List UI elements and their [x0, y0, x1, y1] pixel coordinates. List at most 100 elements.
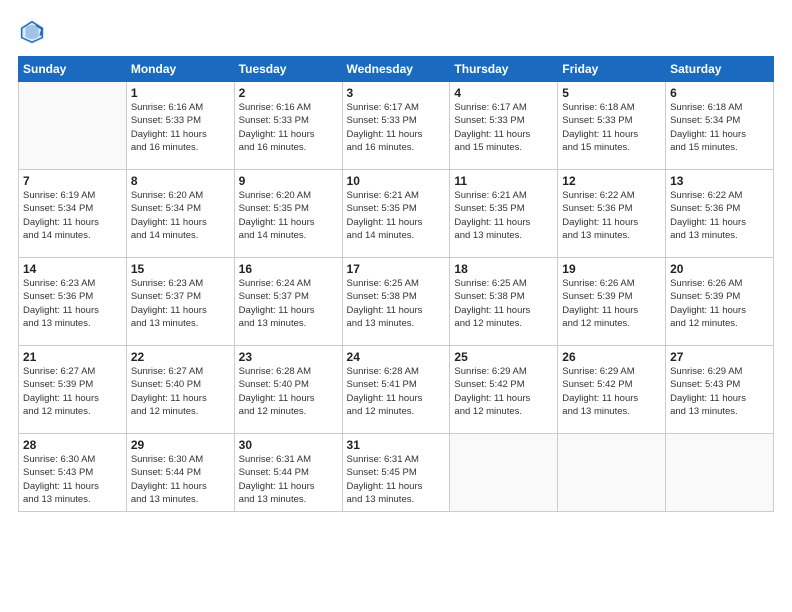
day-info: Sunrise: 6:18 AM Sunset: 5:33 PM Dayligh…	[562, 101, 661, 154]
day-info: Sunrise: 6:20 AM Sunset: 5:35 PM Dayligh…	[239, 189, 338, 242]
logo-icon	[18, 18, 46, 46]
calendar-cell: 20Sunrise: 6:26 AM Sunset: 5:39 PM Dayli…	[666, 258, 774, 346]
day-info: Sunrise: 6:23 AM Sunset: 5:36 PM Dayligh…	[23, 277, 122, 330]
day-info: Sunrise: 6:21 AM Sunset: 5:35 PM Dayligh…	[454, 189, 553, 242]
day-number: 4	[454, 86, 553, 100]
calendar-cell: 6Sunrise: 6:18 AM Sunset: 5:34 PM Daylig…	[666, 82, 774, 170]
day-number: 30	[239, 438, 338, 452]
calendar-cell: 16Sunrise: 6:24 AM Sunset: 5:37 PM Dayli…	[234, 258, 342, 346]
calendar-cell: 11Sunrise: 6:21 AM Sunset: 5:35 PM Dayli…	[450, 170, 558, 258]
day-number: 31	[347, 438, 446, 452]
calendar-cell: 13Sunrise: 6:22 AM Sunset: 5:36 PM Dayli…	[666, 170, 774, 258]
logo	[18, 18, 50, 46]
day-number: 26	[562, 350, 661, 364]
day-number: 27	[670, 350, 769, 364]
day-info: Sunrise: 6:27 AM Sunset: 5:40 PM Dayligh…	[131, 365, 230, 418]
calendar-cell: 7Sunrise: 6:19 AM Sunset: 5:34 PM Daylig…	[19, 170, 127, 258]
calendar-cell: 19Sunrise: 6:26 AM Sunset: 5:39 PM Dayli…	[558, 258, 666, 346]
calendar-cell: 30Sunrise: 6:31 AM Sunset: 5:44 PM Dayli…	[234, 434, 342, 512]
day-number: 16	[239, 262, 338, 276]
calendar-cell: 23Sunrise: 6:28 AM Sunset: 5:40 PM Dayli…	[234, 346, 342, 434]
day-info: Sunrise: 6:26 AM Sunset: 5:39 PM Dayligh…	[562, 277, 661, 330]
day-number: 8	[131, 174, 230, 188]
calendar-cell: 31Sunrise: 6:31 AM Sunset: 5:45 PM Dayli…	[342, 434, 450, 512]
calendar-cell: 29Sunrise: 6:30 AM Sunset: 5:44 PM Dayli…	[126, 434, 234, 512]
day-number: 28	[23, 438, 122, 452]
day-number: 3	[347, 86, 446, 100]
calendar-cell: 1Sunrise: 6:16 AM Sunset: 5:33 PM Daylig…	[126, 82, 234, 170]
day-info: Sunrise: 6:16 AM Sunset: 5:33 PM Dayligh…	[131, 101, 230, 154]
day-number: 15	[131, 262, 230, 276]
day-header: Sunday	[19, 57, 127, 82]
calendar-cell: 25Sunrise: 6:29 AM Sunset: 5:42 PM Dayli…	[450, 346, 558, 434]
day-info: Sunrise: 6:28 AM Sunset: 5:40 PM Dayligh…	[239, 365, 338, 418]
day-info: Sunrise: 6:16 AM Sunset: 5:33 PM Dayligh…	[239, 101, 338, 154]
calendar-table: SundayMondayTuesdayWednesdayThursdayFrid…	[18, 56, 774, 512]
calendar-cell: 10Sunrise: 6:21 AM Sunset: 5:35 PM Dayli…	[342, 170, 450, 258]
day-number: 29	[131, 438, 230, 452]
page: SundayMondayTuesdayWednesdayThursdayFrid…	[0, 0, 792, 612]
day-number: 11	[454, 174, 553, 188]
calendar-cell: 18Sunrise: 6:25 AM Sunset: 5:38 PM Dayli…	[450, 258, 558, 346]
day-number: 20	[670, 262, 769, 276]
day-number: 18	[454, 262, 553, 276]
calendar-cell: 8Sunrise: 6:20 AM Sunset: 5:34 PM Daylig…	[126, 170, 234, 258]
day-info: Sunrise: 6:31 AM Sunset: 5:44 PM Dayligh…	[239, 453, 338, 506]
day-info: Sunrise: 6:24 AM Sunset: 5:37 PM Dayligh…	[239, 277, 338, 330]
day-header: Thursday	[450, 57, 558, 82]
day-info: Sunrise: 6:22 AM Sunset: 5:36 PM Dayligh…	[670, 189, 769, 242]
header	[18, 18, 774, 46]
calendar-cell: 5Sunrise: 6:18 AM Sunset: 5:33 PM Daylig…	[558, 82, 666, 170]
day-info: Sunrise: 6:25 AM Sunset: 5:38 PM Dayligh…	[454, 277, 553, 330]
day-info: Sunrise: 6:30 AM Sunset: 5:43 PM Dayligh…	[23, 453, 122, 506]
day-number: 23	[239, 350, 338, 364]
day-header: Saturday	[666, 57, 774, 82]
day-info: Sunrise: 6:28 AM Sunset: 5:41 PM Dayligh…	[347, 365, 446, 418]
week-row: 21Sunrise: 6:27 AM Sunset: 5:39 PM Dayli…	[19, 346, 774, 434]
day-info: Sunrise: 6:22 AM Sunset: 5:36 PM Dayligh…	[562, 189, 661, 242]
day-info: Sunrise: 6:27 AM Sunset: 5:39 PM Dayligh…	[23, 365, 122, 418]
day-info: Sunrise: 6:25 AM Sunset: 5:38 PM Dayligh…	[347, 277, 446, 330]
day-info: Sunrise: 6:18 AM Sunset: 5:34 PM Dayligh…	[670, 101, 769, 154]
day-number: 17	[347, 262, 446, 276]
calendar-cell: 26Sunrise: 6:29 AM Sunset: 5:42 PM Dayli…	[558, 346, 666, 434]
week-row: 7Sunrise: 6:19 AM Sunset: 5:34 PM Daylig…	[19, 170, 774, 258]
calendar-cell: 15Sunrise: 6:23 AM Sunset: 5:37 PM Dayli…	[126, 258, 234, 346]
day-number: 9	[239, 174, 338, 188]
day-info: Sunrise: 6:21 AM Sunset: 5:35 PM Dayligh…	[347, 189, 446, 242]
calendar-cell: 2Sunrise: 6:16 AM Sunset: 5:33 PM Daylig…	[234, 82, 342, 170]
calendar-cell: 21Sunrise: 6:27 AM Sunset: 5:39 PM Dayli…	[19, 346, 127, 434]
day-number: 19	[562, 262, 661, 276]
calendar-cell: 27Sunrise: 6:29 AM Sunset: 5:43 PM Dayli…	[666, 346, 774, 434]
day-number: 25	[454, 350, 553, 364]
day-info: Sunrise: 6:17 AM Sunset: 5:33 PM Dayligh…	[347, 101, 446, 154]
week-row: 14Sunrise: 6:23 AM Sunset: 5:36 PM Dayli…	[19, 258, 774, 346]
day-number: 10	[347, 174, 446, 188]
calendar-cell: 9Sunrise: 6:20 AM Sunset: 5:35 PM Daylig…	[234, 170, 342, 258]
day-number: 7	[23, 174, 122, 188]
day-number: 14	[23, 262, 122, 276]
calendar-cell	[558, 434, 666, 512]
day-header: Monday	[126, 57, 234, 82]
day-number: 13	[670, 174, 769, 188]
week-row: 1Sunrise: 6:16 AM Sunset: 5:33 PM Daylig…	[19, 82, 774, 170]
week-row: 28Sunrise: 6:30 AM Sunset: 5:43 PM Dayli…	[19, 434, 774, 512]
day-info: Sunrise: 6:20 AM Sunset: 5:34 PM Dayligh…	[131, 189, 230, 242]
day-info: Sunrise: 6:29 AM Sunset: 5:43 PM Dayligh…	[670, 365, 769, 418]
day-header: Tuesday	[234, 57, 342, 82]
calendar-cell: 3Sunrise: 6:17 AM Sunset: 5:33 PM Daylig…	[342, 82, 450, 170]
calendar-cell	[666, 434, 774, 512]
day-number: 6	[670, 86, 769, 100]
day-info: Sunrise: 6:23 AM Sunset: 5:37 PM Dayligh…	[131, 277, 230, 330]
calendar-cell	[19, 82, 127, 170]
day-number: 2	[239, 86, 338, 100]
calendar-cell: 14Sunrise: 6:23 AM Sunset: 5:36 PM Dayli…	[19, 258, 127, 346]
calendar-cell: 4Sunrise: 6:17 AM Sunset: 5:33 PM Daylig…	[450, 82, 558, 170]
day-number: 22	[131, 350, 230, 364]
day-info: Sunrise: 6:26 AM Sunset: 5:39 PM Dayligh…	[670, 277, 769, 330]
day-info: Sunrise: 6:31 AM Sunset: 5:45 PM Dayligh…	[347, 453, 446, 506]
day-info: Sunrise: 6:29 AM Sunset: 5:42 PM Dayligh…	[562, 365, 661, 418]
calendar-cell	[450, 434, 558, 512]
day-header: Friday	[558, 57, 666, 82]
day-info: Sunrise: 6:30 AM Sunset: 5:44 PM Dayligh…	[131, 453, 230, 506]
